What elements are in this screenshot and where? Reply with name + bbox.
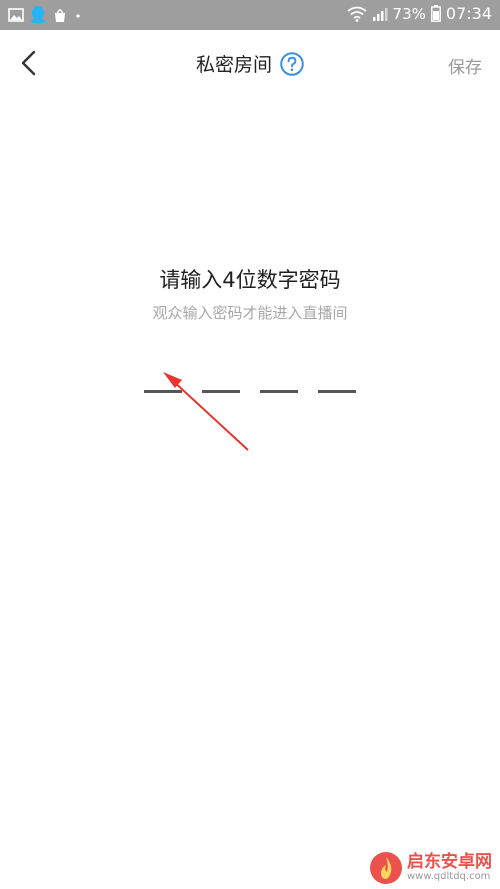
watermark: 启东安卓网 www.qdltdq.com [369,851,492,885]
bag-icon [55,8,65,22]
battery-icon [430,5,441,22]
qq-icon [31,6,45,24]
nav-bar: 私密房间 保存 [0,30,500,98]
pin-input[interactable] [144,390,356,393]
title-group: 私密房间 [0,50,500,77]
flame-logo-icon [370,852,402,884]
annotation-arrow-icon [163,372,249,451]
save-button[interactable]: 保存 [448,53,482,78]
gallery-icon [8,7,24,22]
battery-percent: 73% [392,4,426,23]
pin-slot-1[interactable] [144,390,182,393]
clock: 07:34 [445,4,492,23]
pin-slot-4[interactable] [318,390,356,393]
watermark-url: www.qdltdq.com [407,870,491,882]
status-bar-right: 73% 07:34 [346,4,492,23]
watermark-name: 启东安卓网 [407,851,492,872]
status-bar-left [8,5,82,24]
page-title: 私密房间 [195,54,272,76]
pin-slot-2[interactable] [202,390,240,393]
help-question-icon[interactable] [280,51,304,76]
pin-slot-3[interactable] [260,390,298,393]
watermark-text: 启东安卓网 www.qdltdq.com [407,851,492,882]
signal-icon [372,7,388,21]
pin-prompt-subtitle: 观众输入密码才能进入直播间 [152,304,348,322]
wifi-icon [346,6,367,22]
status-bar: 73% 07:34 [0,0,500,30]
dot-icon [76,13,80,18]
pin-prompt-title: 请输入4位数字密码 [159,268,341,292]
